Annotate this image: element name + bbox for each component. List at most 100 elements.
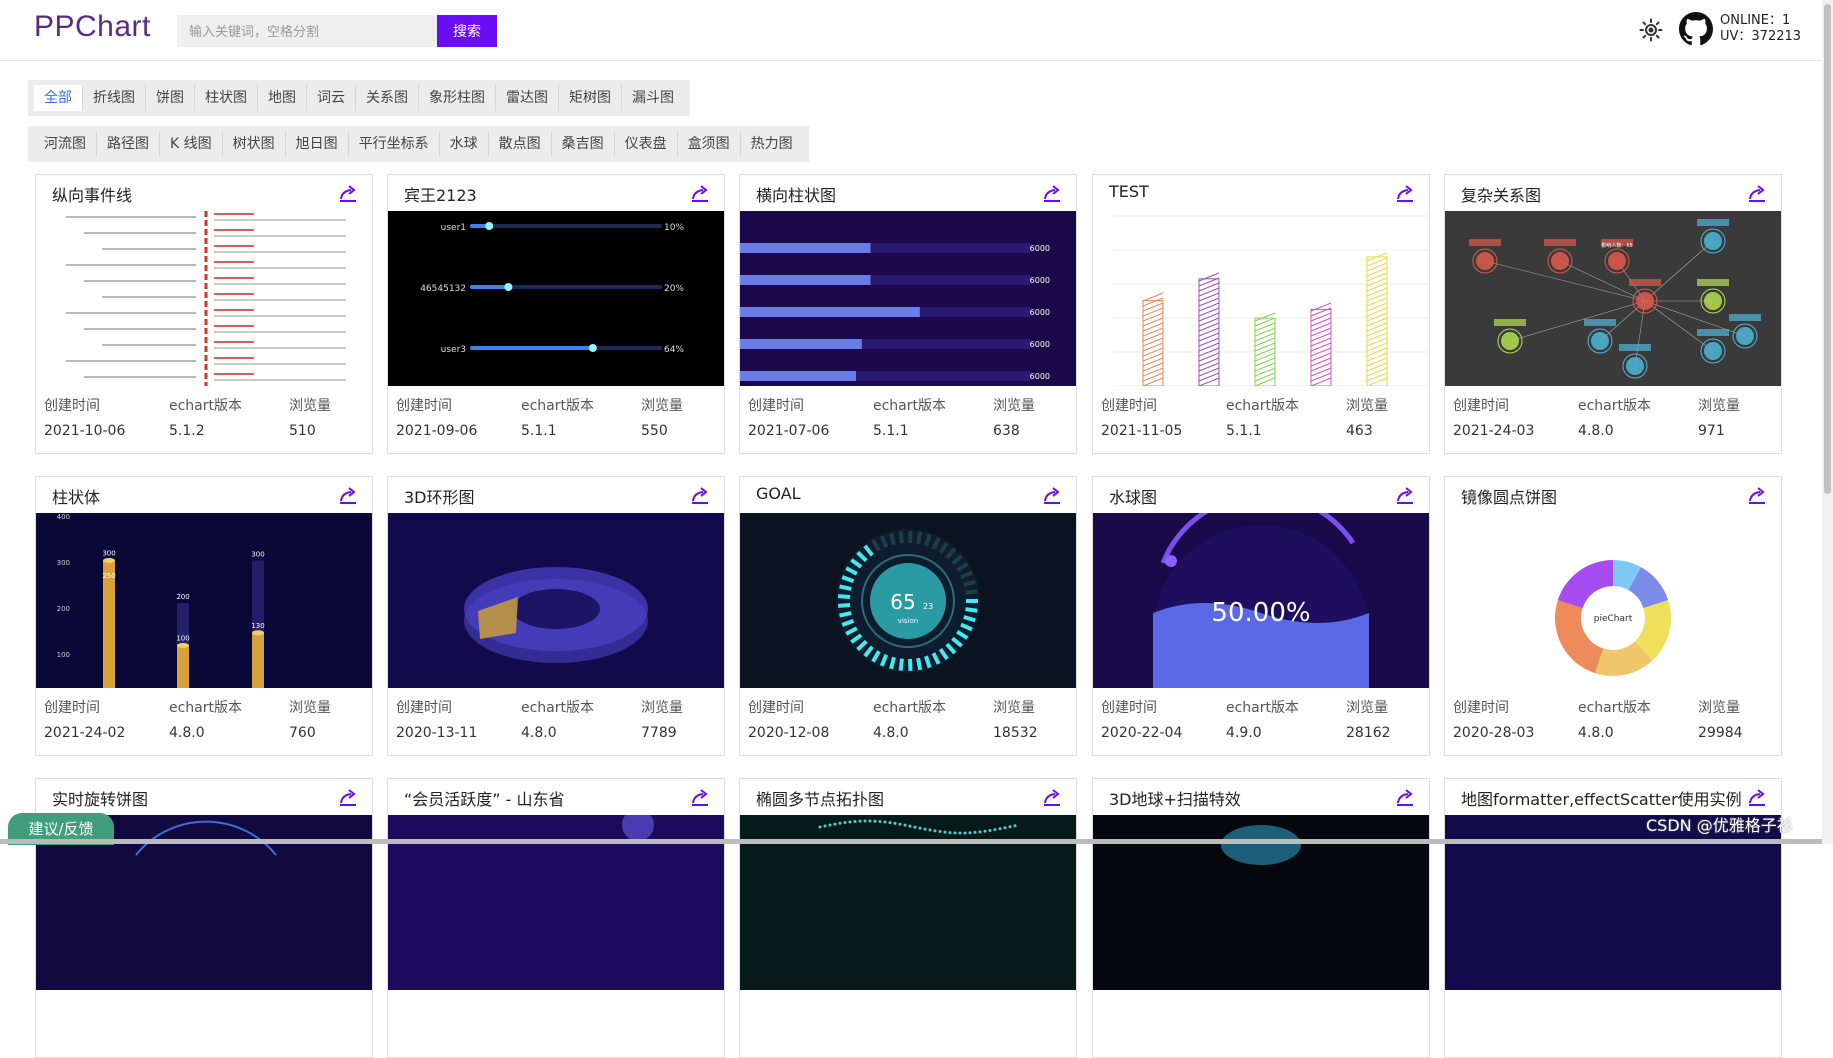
tab-tabs_row1-7[interactable]: 象形柱图 — [419, 85, 496, 111]
chart-thumbnail[interactable] — [36, 211, 372, 386]
share-icon[interactable] — [1747, 787, 1767, 807]
chart-thumbnail[interactable]: 400300200100250300200100300130 — [36, 513, 372, 688]
card-title[interactable]: 横向柱状图 — [756, 182, 836, 206]
chart-card[interactable]: “会员活跃度” - 山东省 — [387, 778, 725, 1058]
tab-tabs_row1-5[interactable]: 词云 — [307, 85, 356, 111]
tab-tabs_row2-4[interactable]: 旭日图 — [286, 131, 349, 157]
tab-tabs_row1-6[interactable]: 关系图 — [356, 85, 419, 111]
scrollbar-thumb[interactable] — [1824, 4, 1831, 494]
tab-tabs_row2-3[interactable]: 树状图 — [223, 131, 286, 157]
card-title[interactable]: 复杂关系图 — [1461, 182, 1541, 206]
chart-card[interactable]: TEST创建时间echart版本浏览量2021-11-055.1.1463 — [1092, 174, 1430, 454]
echart-version: 5.1.1 — [521, 423, 641, 439]
share-icon[interactable] — [1042, 485, 1062, 505]
horizontal-scrollbar[interactable] — [0, 839, 1822, 844]
card-title[interactable]: GOAL — [756, 484, 801, 503]
card-title[interactable]: 实时旋转饼图 — [52, 786, 148, 810]
tab-tabs_row1-2[interactable]: 饼图 — [146, 85, 195, 111]
chart-card[interactable]: 镜像圆点饼图pieChart创建时间echart版本浏览量2020-28-034… — [1444, 476, 1782, 756]
share-icon[interactable] — [1042, 183, 1062, 203]
chart-card[interactable]: 水球图50.00%创建时间echart版本浏览量2020-22-044.9.02… — [1092, 476, 1430, 756]
card-title[interactable]: 纵向事件线 — [52, 182, 132, 206]
chart-card[interactable]: 横向柱状图60006000600060006000创建时间echart版本浏览量… — [739, 174, 1077, 454]
share-icon[interactable] — [338, 183, 358, 203]
tab-tabs_row1-4[interactable]: 地图 — [258, 85, 307, 111]
card-title[interactable]: 3D地球+扫描特效 — [1109, 786, 1241, 810]
share-icon[interactable] — [1747, 183, 1767, 203]
bar-value: 6000 — [1030, 372, 1050, 381]
chart-thumbnail[interactable]: 50.00% — [1093, 513, 1429, 688]
tab-tabs_row1-0[interactable]: 全部 — [34, 85, 83, 111]
chart-card[interactable]: 宾王2123user110%4654513220%user364%创建时间ech… — [387, 174, 725, 454]
card-title[interactable]: TEST — [1109, 182, 1149, 201]
chart-thumbnail[interactable]: 6523vision — [740, 513, 1076, 688]
share-icon[interactable] — [690, 787, 710, 807]
share-icon[interactable] — [338, 485, 358, 505]
created-label: 创建时间 — [748, 697, 873, 717]
tab-tabs_row2-5[interactable]: 平行坐标系 — [349, 131, 440, 157]
echart-version: 4.8.0 — [873, 725, 993, 741]
tab-tabs_row2-10[interactable]: 盒须图 — [678, 131, 741, 157]
card-title[interactable]: 镜像圆点饼图 — [1461, 484, 1557, 508]
card-title[interactable]: 3D环形图 — [404, 484, 475, 508]
tab-tabs_row2-2[interactable]: K 线图 — [160, 131, 223, 157]
bar-value: 6000 — [1030, 308, 1050, 317]
card-title[interactable]: “会员活跃度” - 山东省 — [404, 786, 565, 810]
chart-card[interactable]: 复杂关系图影响人数：55 创建时间echart版本浏览量2021-24-034.8… — [1444, 174, 1782, 454]
tab-tabs_row1-1[interactable]: 折线图 — [83, 85, 146, 111]
view-count: 463 — [1346, 423, 1421, 439]
chart-card[interactable]: GOAL6523vision创建时间echart版本浏览量2020-12-084… — [739, 476, 1077, 756]
search-input[interactable] — [177, 15, 437, 47]
card-title[interactable]: 地图formatter,effectScatter使用实例 — [1461, 786, 1742, 810]
chart-thumbnail[interactable]: 影响人数：55 — [1445, 211, 1781, 386]
axis-tick: 400 — [57, 513, 70, 521]
chart-card[interactable]: 纵向事件线创建时间echart版本浏览量2021-10-065.1.2510 — [35, 174, 373, 454]
chart-thumbnail[interactable] — [1093, 211, 1429, 386]
chart-thumbnail[interactable]: pieChart — [1445, 513, 1781, 688]
echart-version: 5.1.1 — [873, 423, 993, 439]
card-title[interactable]: 水球图 — [1109, 484, 1157, 508]
card-title[interactable]: 椭圆多节点拓扑图 — [756, 786, 884, 810]
progress-percent: 20% — [664, 284, 684, 294]
tab-tabs_row1-8[interactable]: 雷达图 — [496, 85, 559, 111]
card-meta: 创建时间echart版本浏览量2021-24-034.8.0971 — [1453, 395, 1773, 439]
tab-tabs_row1-3[interactable]: 柱状图 — [195, 85, 258, 111]
tab-tabs_row1-9[interactable]: 矩树图 — [559, 85, 622, 111]
sun-icon[interactable] — [1639, 18, 1663, 42]
card-title[interactable]: 柱状体 — [52, 484, 100, 508]
view-count: 28162 — [1346, 725, 1421, 741]
tab-tabs_row2-6[interactable]: 水球 — [440, 131, 489, 157]
share-icon[interactable] — [1395, 787, 1415, 807]
share-icon[interactable] — [690, 183, 710, 203]
created-date: 2021-11-05 — [1101, 423, 1226, 439]
tab-tabs_row2-7[interactable]: 散点图 — [489, 131, 552, 157]
progress-percent: 10% — [664, 223, 684, 233]
views-label: 浏览量 — [289, 395, 364, 415]
share-icon[interactable] — [1395, 485, 1415, 505]
tab-tabs_row2-8[interactable]: 桑吉图 — [552, 131, 615, 157]
share-icon[interactable] — [1042, 787, 1062, 807]
github-icon[interactable] — [1679, 12, 1713, 46]
search-button[interactable]: 搜索 — [437, 15, 497, 47]
tab-tabs_row2-11[interactable]: 热力图 — [741, 131, 803, 157]
chart-thumbnail[interactable] — [388, 513, 724, 688]
chart-card[interactable]: 3D地球+扫描特效 — [1092, 778, 1430, 1058]
tab-tabs_row1-10[interactable]: 漏斗图 — [622, 85, 684, 111]
chart-card[interactable]: 3D环形图创建时间echart版本浏览量2020-13-114.8.07789 — [387, 476, 725, 756]
share-icon[interactable] — [1747, 485, 1767, 505]
tab-tabs_row2-1[interactable]: 路径图 — [97, 131, 160, 157]
tab-tabs_row2-9[interactable]: 仪表盘 — [615, 131, 678, 157]
chart-card[interactable]: 柱状体400300200100250300200100300130创建时间ech… — [35, 476, 373, 756]
created-date: 2021-10-06 — [44, 423, 169, 439]
chart-card[interactable]: 椭圆多节点拓扑图 — [739, 778, 1077, 1058]
share-icon[interactable] — [1395, 183, 1415, 203]
card-title[interactable]: 宾王2123 — [404, 182, 477, 206]
goal-sub: 23 — [923, 602, 933, 611]
chart-thumbnail[interactable]: 60006000600060006000 — [740, 211, 1076, 386]
tab-tabs_row2-0[interactable]: 河流图 — [34, 131, 97, 157]
share-icon[interactable] — [690, 485, 710, 505]
online-status: ONLINE：1 UV：372213 — [1720, 13, 1801, 45]
chart-thumbnail[interactable]: user110%4654513220%user364% — [388, 211, 724, 386]
site-logo[interactable]: PPChart — [34, 10, 151, 44]
share-icon[interactable] — [338, 787, 358, 807]
